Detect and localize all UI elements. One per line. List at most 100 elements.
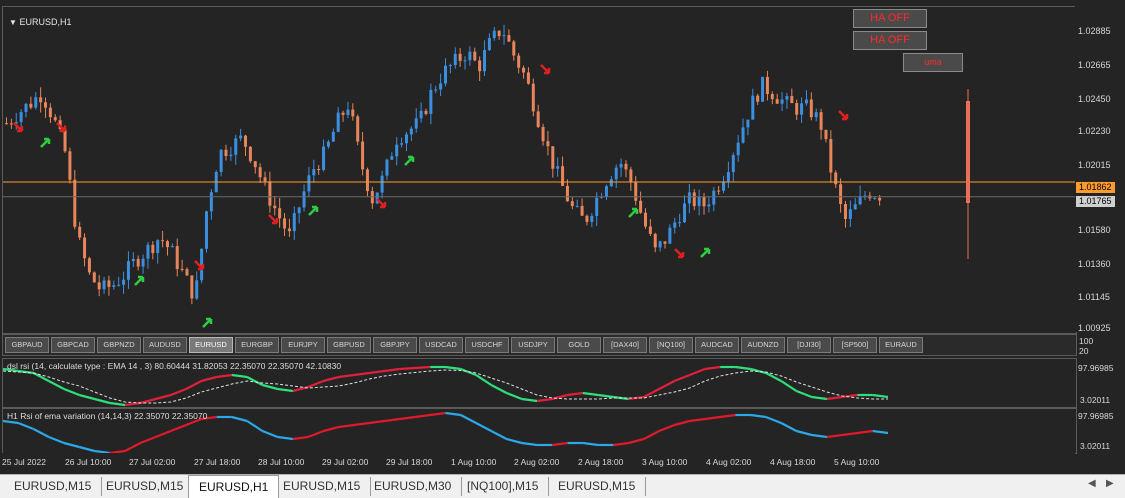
dsl-rsi-line [597,393,614,399]
dsl-rsi-line [124,401,141,407]
ha-off-button-2[interactable]: HA OFF [853,31,927,50]
candle-body [585,215,589,222]
rsi-ema-variation-line [170,423,187,433]
candle-body [136,258,140,267]
symbol-button-dji30[interactable]: [DJI30] [787,337,831,353]
candle-body [336,112,340,132]
candle-body [770,94,774,100]
symbol-button-gold[interactable]: GOLD [557,337,601,353]
candle-body [629,169,633,183]
price-level: 1.02885 [1078,26,1111,36]
rsi-ema-variation-line [765,415,782,425]
candle-body [702,196,706,207]
dsl-rsi-line [246,376,263,386]
symbol-button-euraud[interactable]: EURAUD [879,337,923,353]
candle-body [809,99,813,118]
tab-scroll-right-icon[interactable]: ▶ [1106,478,1114,489]
symbol-button-usdjpy[interactable]: USDJPY [511,337,555,353]
symbol-button-gbpaud[interactable]: GBPAUD [5,337,49,353]
price-level: 1.01360 [1078,259,1111,269]
rsi-ema-variation-line [63,441,80,449]
time-label: 2 Aug 18:00 [578,457,624,467]
buy-signal-arrow-icon [40,137,51,148]
price-level: 1.02450 [1078,94,1111,104]
tab-eurusd-m15-2[interactable]: EURUSD,M15 [96,477,195,496]
rsi-ema-variation-line [720,413,736,419]
candle-body [726,172,730,182]
dsl-rsi-line [506,391,523,401]
tab-eurusd-h1[interactable]: EURUSD,H1 [188,475,280,498]
rsi-ema-scale-bottom: 3.02011 [1080,441,1111,451]
candle-body [400,143,404,145]
symbol-button-sp500[interactable]: [SP500] [833,337,877,353]
symbol-button-gbpcad[interactable]: GBPCAD [51,337,95,353]
rsi-ema-variation-line [79,445,95,453]
time-axis[interactable]: 25 Jul 2022 26 Jul 10:00 27 Jul 02:00 27… [2,453,1075,471]
dsl-rsi-pane[interactable]: dsl rsi (14, calculate type : EMA 14 , 3… [2,358,1077,408]
candle-body [351,109,355,117]
price-scale[interactable]: 1.02885 1.02665 1.02450 1.02230 1.02015 … [1075,6,1125,333]
candle-body [73,179,77,227]
dsl-rsi-line [399,366,416,371]
time-label: 28 Jul 10:00 [258,457,305,467]
main-chart[interactable]: ▼ EURUSD,H1 HA OFF HA OFF uma [2,6,1077,334]
rsi-ema-variation-line [231,415,248,423]
candle-body [429,89,433,114]
candle-body [570,201,574,207]
candle-body [473,51,477,61]
candle-body [751,95,755,120]
tab-scroll-left-icon[interactable]: ◀ [1088,478,1096,489]
ha-off-button-1[interactable]: HA OFF [853,9,927,28]
dsl-rsi-line [94,397,111,405]
candle-body [634,182,638,201]
buy-signal-arrow-icon [202,317,213,328]
symbol-button-audnzd[interactable]: AUDNZD [741,337,785,353]
symbol-button-eurgbp[interactable]: EURGBP [235,337,279,353]
tab-nq100-m15[interactable]: [NQ100],M15 [457,477,550,496]
symbol-button-gbpusd[interactable]: GBPUSD [327,337,371,353]
candle-body [814,112,818,118]
candle-body [204,211,208,249]
time-label: 27 Jul 18:00 [194,457,241,467]
dsl-rsi-line [765,372,782,382]
candle-body [122,279,126,285]
symbol-button-audcad[interactable]: AUDCAD [695,337,739,353]
tab-eurusd-m15-1[interactable]: EURUSD,M15 [4,477,103,496]
tab-eurusd-m30[interactable]: EURUSD,M30 [364,477,463,496]
rsi-ema-variation-pane[interactable]: H1 Rsi of ema variation (14,14,3) 22.350… [2,408,1077,454]
candle-body [385,159,389,176]
candle-body [107,280,111,287]
candle-body [639,200,643,213]
candle-body [326,141,330,147]
candle-body [92,272,96,283]
candle-body [804,99,808,104]
symbol-button-dax40[interactable]: [DAX40] [603,337,647,353]
symbol-button-eurusd[interactable]: EURUSD [189,337,233,353]
rsi-ema-variation-line [292,435,309,441]
symbol-button-gbpjpy[interactable]: GBPJPY [373,337,417,353]
dsl-rsi-line [842,393,858,399]
rsi-ema-variation-line [414,413,431,419]
candle-body [692,192,696,207]
uma-button[interactable]: uma [903,53,963,72]
symbol-button-gbpnzd[interactable]: GBPNZD [97,337,141,353]
candle-body [239,135,243,139]
tab-eurusd-m15-4[interactable]: EURUSD,M15 [548,477,647,496]
tab-eurusd-m15-3[interactable]: EURUSD,M15 [273,477,372,496]
symbol-button-audusd[interactable]: AUDUSD [143,337,187,353]
dsl-rsi-line [185,380,202,390]
candle-body [244,135,248,147]
rsi-ema-variation-line [552,441,568,447]
symbol-button-usdchf[interactable]: USDCHF [465,337,509,353]
candle-body [195,280,199,299]
chart-menu-icon[interactable]: ▼ [9,18,17,27]
candle-body [580,205,584,216]
symbol-button-nq100[interactable]: [NQ100] [649,337,693,353]
rsi-ema-variation-line [857,429,873,435]
dsl-rsi-line [353,371,370,377]
symbol-button-usdcad[interactable]: USDCAD [419,337,463,353]
time-label: 3 Aug 10:00 [642,457,688,467]
candle-body [678,222,682,224]
candle-body [873,197,877,199]
symbol-button-eurjpy[interactable]: EURJPY [281,337,325,353]
